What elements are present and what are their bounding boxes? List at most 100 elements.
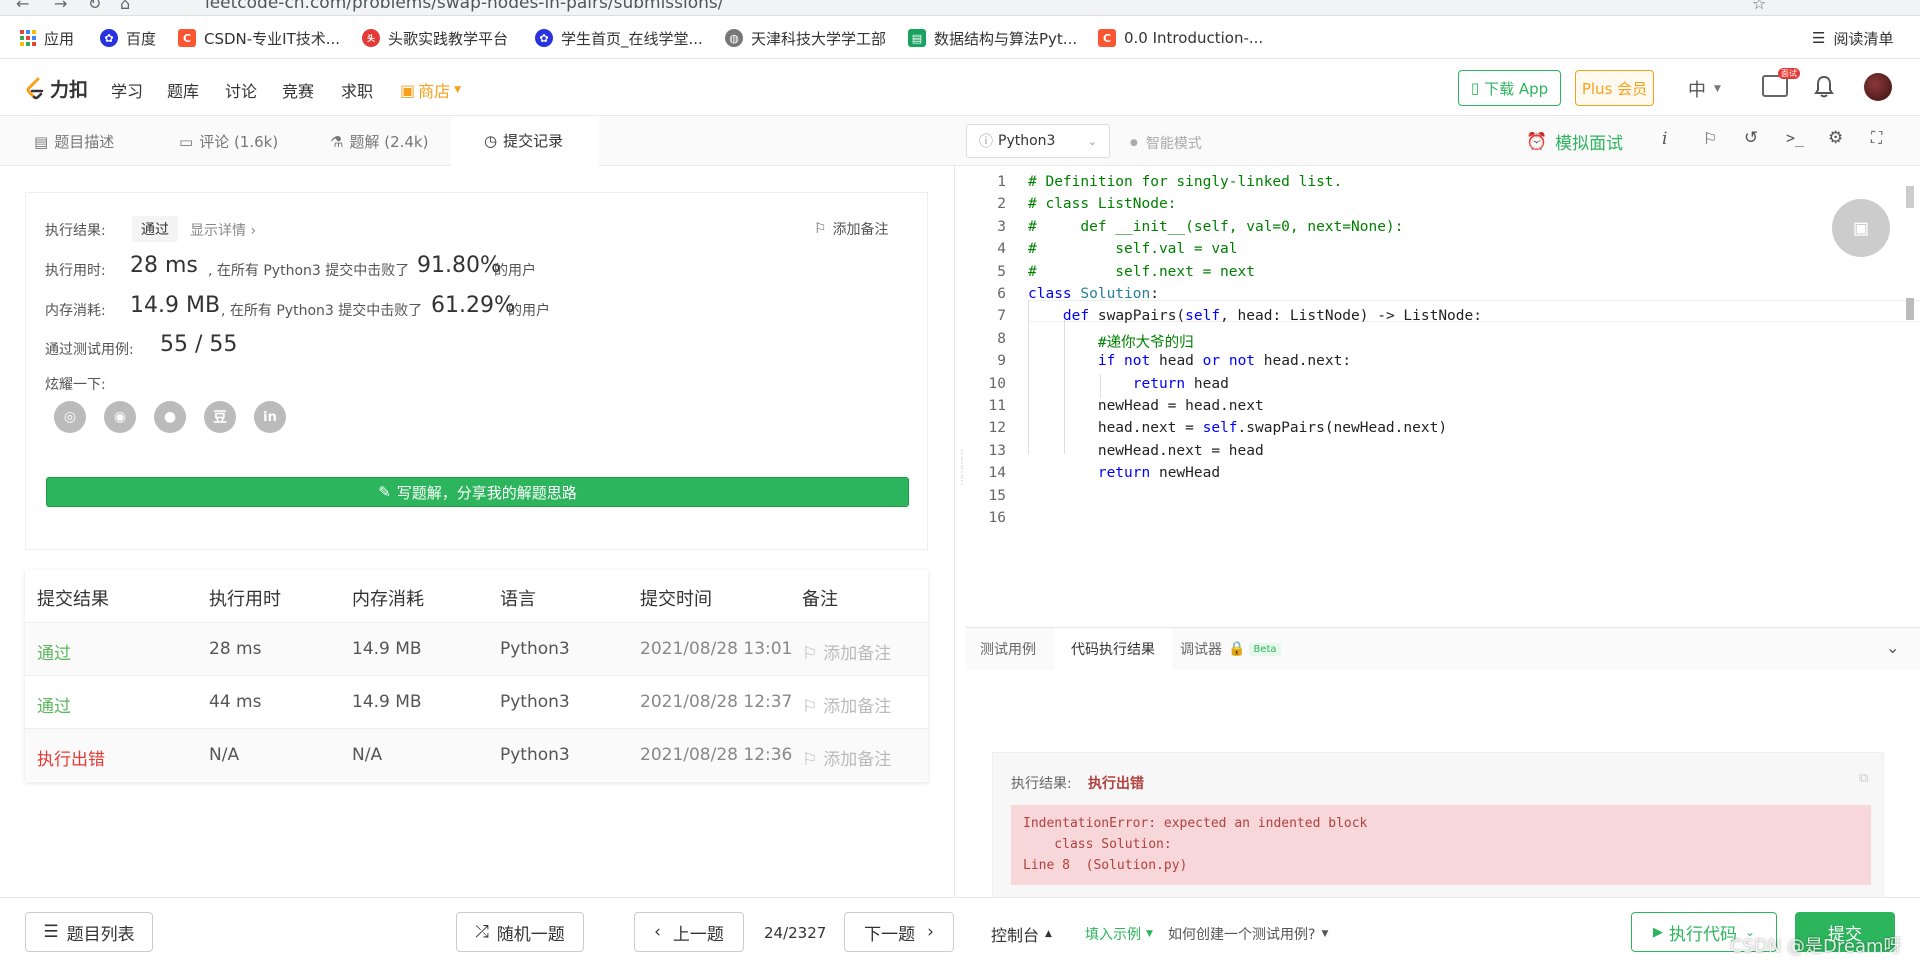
nav-jobs[interactable]: 求职 — [341, 78, 373, 102]
add-note-link[interactable]: ⚐ 添加备注 — [802, 745, 891, 770]
fullscreen-icon[interactable]: ⛶ — [1871, 128, 1882, 148]
next-problem-button[interactable]: 下一题 › — [844, 912, 954, 952]
pane-resize-handle[interactable]: ⋮ ⋮ ⋮ ⋮ — [957, 450, 967, 505]
nav-problemset[interactable]: 题库 — [167, 78, 199, 102]
address-text[interactable]: leetcode-cn.com/problems/swap-nodes-in-p… — [205, 0, 723, 13]
code-line[interactable]: return newHead — [1028, 465, 1220, 481]
terminal-icon[interactable]: >_ — [1786, 129, 1804, 147]
bell-icon[interactable] — [1813, 74, 1835, 98]
fill-example-button[interactable]: 填入示例 ▼ — [1085, 924, 1153, 944]
status-link[interactable]: 执行出错 — [37, 745, 105, 770]
table-row[interactable]: 通过 28 ms 14.9 MB Python3 2021/08/28 13:0… — [25, 622, 928, 675]
runtime-users: 的用户 — [494, 263, 536, 279]
bookmark-tust[interactable]: ◍ 天津科技大学学工部 — [725, 27, 886, 49]
code-line[interactable]: newHead.next = head — [1028, 443, 1264, 459]
forward-icon[interactable]: → — [54, 0, 67, 13]
smart-mode-toggle[interactable]: ● 智能模式 — [1130, 133, 1202, 153]
language-cell: Python3 — [500, 692, 570, 712]
bookmark-apps[interactable]: 应用 — [20, 27, 74, 49]
code-line[interactable]: # Definition for singly-linked list. — [1028, 174, 1342, 190]
prev-problem-button[interactable]: ‹ 上一题 — [634, 912, 744, 952]
nav-contest[interactable]: 竞赛 — [282, 78, 314, 102]
add-note-link[interactable]: ⚐ 添加备注 — [802, 639, 891, 664]
how-to-create-testcase[interactable]: 如何创建一个测试用例? ▼ — [1168, 924, 1328, 944]
code-line[interactable]: if not head or not head.next: — [1028, 353, 1351, 369]
tab-submissions[interactable]: ◷ 提交记录 — [451, 117, 599, 166]
bookmark-note-icon[interactable]: ▣ — [1832, 199, 1890, 257]
random-problem-button[interactable]: ⤮ 随机一题 — [456, 912, 584, 952]
code-line[interactable]: # class ListNode: — [1028, 196, 1176, 212]
code-editor[interactable]: 1 # Definition for singly-linked list. 2 # … — [966, 166, 1920, 626]
language-cell: Python3 — [500, 639, 570, 659]
home-icon[interactable]: ⌂ — [120, 0, 130, 13]
tab-label: 评论 (1.6k) — [199, 133, 279, 151]
avatar[interactable] — [1864, 73, 1892, 101]
add-note-button[interactable]: ⚐ 添加备注 — [814, 219, 889, 239]
language-switch[interactable]: 中 ▼ — [1688, 76, 1721, 102]
info-italic-icon[interactable]: i — [1662, 129, 1667, 149]
code-line[interactable]: class Solution: — [1028, 286, 1159, 302]
leetcode-logo-icon — [26, 77, 44, 99]
tab-testcase[interactable]: 测试用例 — [980, 628, 1036, 670]
reading-list[interactable]: ☰ 阅读清单 — [1812, 27, 1893, 49]
nav-study[interactable]: 学习 — [111, 78, 143, 102]
code-line[interactable]: # self.val = val — [1028, 241, 1238, 257]
table-row[interactable]: 通过 44 ms 14.9 MB Python3 2021/08/28 12:3… — [25, 675, 928, 728]
nav-store[interactable]: ▣ 商店 ▼ — [400, 78, 461, 102]
leetcode-logo[interactable]: 力扣 — [24, 75, 88, 102]
add-note-link[interactable]: ⚐ 添加备注 — [802, 692, 891, 717]
status-link[interactable]: 通过 — [37, 692, 71, 717]
write-solution-button[interactable]: ✎ 写题解，分享我的解题思路 — [46, 477, 909, 507]
star-icon[interactable]: ☆ — [1752, 0, 1766, 13]
tab-comments[interactable]: ▭ 评论 (1.6k) — [179, 117, 278, 166]
problem-list-button[interactable]: ☰ 题目列表 — [25, 912, 153, 952]
code-line[interactable]: # def __init__(self, val=0, next=None): — [1028, 219, 1403, 235]
qq-icon[interactable]: ● — [154, 401, 186, 433]
tab-description[interactable]: ▤ 题目描述 — [34, 117, 114, 166]
scrollbar[interactable] — [1906, 186, 1914, 208]
gear-icon[interactable]: ⚙ — [1828, 128, 1843, 148]
language-select[interactable]: ⓘ Python3 ⌄ — [966, 124, 1110, 158]
bookmark-csdn[interactable]: C CSDN-专业IT技术... — [178, 27, 340, 49]
bookmark-student-home[interactable]: ✿ 学生首页_在线学堂... — [535, 27, 703, 49]
bookmark-introduction[interactable]: C 0.0 Introduction-... — [1098, 27, 1263, 49]
line-number: 1 — [997, 174, 1006, 190]
weibo-icon[interactable]: ◉ — [104, 401, 136, 433]
status-link[interactable]: 通过 — [37, 639, 71, 664]
csdn-c-icon: C — [178, 29, 196, 47]
code-line[interactable]: return head — [1028, 376, 1229, 392]
console-toggle[interactable]: 控制台 ▲ — [991, 922, 1052, 946]
code-line[interactable]: #递你大爷的归 — [1028, 331, 1194, 352]
wechat-icon[interactable]: ◎ — [54, 401, 86, 433]
show-details-link[interactable]: 显示详情 › — [190, 220, 256, 240]
copy-icon[interactable]: ⧉ — [1859, 771, 1868, 786]
plus-membership-button[interactable]: Plus 会员 — [1575, 70, 1654, 106]
bookmark-educoder[interactable]: 头 头歌实践教学平台 — [362, 27, 508, 49]
douban-icon[interactable]: 豆 — [204, 401, 236, 433]
reading-list-icon: ☰ — [1812, 29, 1826, 47]
reload-icon[interactable]: ↻ — [88, 0, 101, 13]
collapse-chevron-icon[interactable]: ⌄ — [1886, 638, 1899, 657]
nav-discuss[interactable]: 讨论 — [225, 78, 257, 102]
code-line[interactable]: head.next = self.swapPairs(newHead.next) — [1028, 420, 1447, 436]
mock-interview-icon[interactable]: 面试 — [1762, 68, 1800, 97]
bookmark-dsa-python[interactable]: ▤ 数据结构与算法Pyt... — [908, 27, 1077, 49]
flag-icon: ⚐ — [814, 221, 827, 237]
download-app-button[interactable]: ▯ 下载 App — [1458, 70, 1561, 106]
submission-result-card: 执行结果: 通过 显示详情 › ⚐ 添加备注 执行用时: 28 ms , 在所有… — [25, 192, 928, 550]
bottom-toolbar: ☰ 题目列表 ⤮ 随机一题 ‹ 上一题 24/2327 下一题 › 控制台 ▲ … — [0, 897, 1920, 962]
tab-debugger[interactable]: 调试器 🔒 Beta — [1180, 628, 1281, 670]
back-icon[interactable]: ← — [16, 0, 29, 13]
reset-icon[interactable]: ↺ — [1744, 128, 1758, 148]
code-line[interactable]: # self.next = next — [1028, 264, 1255, 280]
bookmark-baidu[interactable]: ✿ 百度 — [100, 27, 156, 49]
mock-interview-button[interactable]: ⏰ 模拟面试 — [1526, 129, 1623, 155]
output-content: 执行结果: 执行出错 ⧉ IndentationError: expected … — [966, 670, 1920, 917]
flag-icon[interactable]: ⚐ — [1703, 129, 1717, 148]
tab-run-result[interactable]: 代码执行结果 — [1054, 628, 1172, 670]
linkedin-icon[interactable]: in — [254, 401, 286, 433]
tab-solutions[interactable]: ⚗ 题解 (2.4k) — [330, 117, 428, 166]
code-line[interactable]: def swapPairs(self, head: ListNode) -> L… — [1028, 308, 1482, 324]
table-row[interactable]: 执行出错 N/A N/A Python3 2021/08/28 12:36 ⚐ 添… — [25, 728, 928, 781]
code-line[interactable]: newHead = head.next — [1028, 398, 1264, 414]
